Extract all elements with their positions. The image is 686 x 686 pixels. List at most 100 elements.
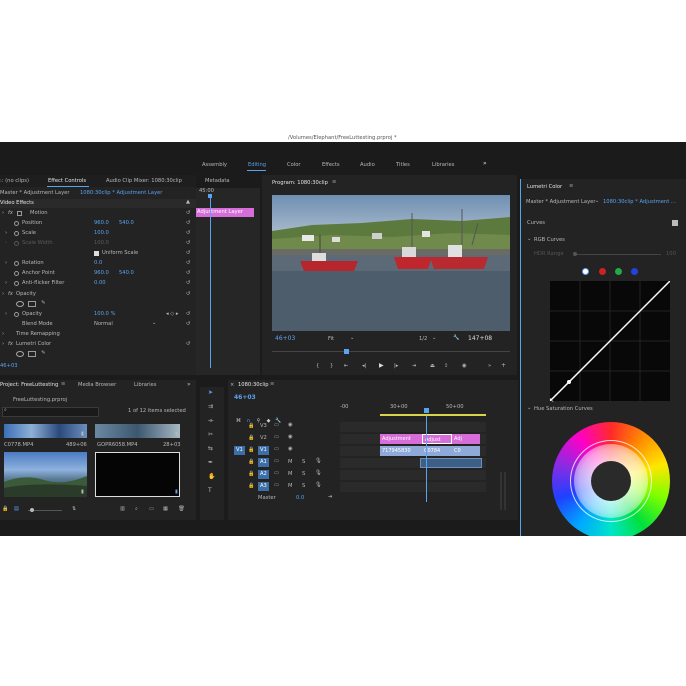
lock-icon[interactable]: 🔒 xyxy=(248,435,254,441)
source-patch-v1[interactable]: V1 xyxy=(234,446,245,456)
hdr-slider-track[interactable] xyxy=(573,254,661,255)
pen-tool-icon[interactable]: ✒ xyxy=(208,460,213,466)
chevron-down-icon[interactable]: ⌄ xyxy=(432,335,436,341)
new-item-icon[interactable]: ▦ xyxy=(163,506,168,512)
zoom-slider-thumb[interactable] xyxy=(30,508,34,512)
clip-thumbnail[interactable] xyxy=(4,424,87,438)
hdr-slider-thumb[interactable] xyxy=(573,252,577,256)
lock-icon[interactable]: 🔒 xyxy=(248,459,254,465)
clip-thumbnail[interactable] xyxy=(4,452,87,497)
hue-saturation-wheel[interactable] xyxy=(552,422,670,536)
stopwatch-icon[interactable] xyxy=(14,271,19,276)
track-a3[interactable] xyxy=(340,482,486,492)
program-timecode[interactable]: 46+03 xyxy=(275,336,295,342)
fit-select[interactable]: Fit xyxy=(328,336,334,342)
mute-m-button[interactable]: M xyxy=(288,459,292,465)
stopwatch-icon[interactable] xyxy=(14,261,19,266)
film-icon[interactable]: ▭ xyxy=(274,482,279,488)
sequence-clip-label[interactable]: 1080:30clip * Adjustment Layer xyxy=(80,190,162,196)
lumetri-tab[interactable]: Lumetri Color xyxy=(527,184,562,190)
lift-icon[interactable]: ⏏ xyxy=(430,363,435,369)
ellipse-mask-icon[interactable] xyxy=(16,301,24,307)
mark-out-icon[interactable]: } xyxy=(330,363,333,369)
mic-icon[interactable]: 🎙 xyxy=(315,470,322,476)
lock-icon[interactable]: 🔒 xyxy=(248,471,254,477)
expand-chevron-icon[interactable]: › xyxy=(2,291,4,297)
panel-menu-icon[interactable]: ≡ xyxy=(332,179,336,185)
ripple-edit-tool-icon[interactable]: ⟛ xyxy=(208,418,213,424)
program-scrub-bar[interactable] xyxy=(272,349,510,354)
reset-icon[interactable]: ↺ xyxy=(186,270,190,276)
master-value[interactable]: 0.0 xyxy=(296,495,304,501)
expand-chevron-icon[interactable]: › xyxy=(5,240,7,246)
anchor-x-value[interactable]: 960.0 xyxy=(94,270,109,276)
resolution-select[interactable]: 1/2 xyxy=(419,336,427,342)
export-frame-icon[interactable]: ◉ xyxy=(462,363,467,369)
clip-name[interactable]: C0778.MP4 xyxy=(4,442,33,448)
reset-icon[interactable]: ↺ xyxy=(186,230,190,236)
panel-menu-icon[interactable]: ≡ xyxy=(61,381,65,387)
mark-in-icon[interactable]: { xyxy=(316,363,319,369)
hand-tool-icon[interactable]: ✋ xyxy=(208,474,215,480)
expand-chevron-icon[interactable]: › xyxy=(5,230,7,236)
stopwatch-icon[interactable] xyxy=(14,221,19,226)
workspace-more-icon[interactable]: » xyxy=(483,161,487,167)
collapse-up-icon[interactable]: ▲ xyxy=(186,199,190,205)
selection-tool-icon[interactable]: ➤ xyxy=(208,390,213,396)
expand-chevron-icon[interactable]: › xyxy=(2,331,4,337)
track-v3[interactable] xyxy=(340,422,486,432)
add-button-icon[interactable]: + xyxy=(501,363,506,369)
go-to-in-icon[interactable]: ⇤ xyxy=(344,363,348,369)
expand-chevron-icon[interactable]: › xyxy=(2,210,4,216)
mic-icon[interactable]: 🎙 xyxy=(315,482,322,488)
list-view-icon[interactable]: ▤ xyxy=(14,506,19,512)
automate-icon[interactable]: ▥ xyxy=(120,506,125,512)
reset-icon[interactable]: ↺ xyxy=(186,321,190,327)
video-clip[interactable]: C0 xyxy=(452,446,480,456)
reset-icon[interactable]: ↺ xyxy=(186,341,190,347)
scale-value[interactable]: 100.0 xyxy=(94,230,109,236)
extract-icon[interactable]: ⇪ xyxy=(444,363,448,369)
reset-icon[interactable]: ↺ xyxy=(186,220,190,226)
solo-s-button[interactable]: S xyxy=(302,471,305,477)
panel-more-icon[interactable]: » xyxy=(187,382,191,388)
eye-icon[interactable]: ◉ xyxy=(288,434,293,440)
clip-name[interactable]: GOPR6058.MP4 xyxy=(97,442,138,448)
work-area-bar[interactable] xyxy=(380,414,486,416)
stopwatch-icon[interactable] xyxy=(14,241,19,246)
anchor-y-value[interactable]: 540.0 xyxy=(119,270,134,276)
settings-icon[interactable]: » xyxy=(488,363,491,369)
master-end-icon[interactable]: ⇥ xyxy=(328,494,332,500)
rgb-curve-graph[interactable] xyxy=(549,280,671,402)
stopwatch-icon[interactable] xyxy=(14,281,19,286)
lock-icon[interactable]: 🔒 xyxy=(2,506,8,512)
lock-icon[interactable]: 🔒 xyxy=(248,447,254,453)
eye-icon[interactable]: ◉ xyxy=(288,446,293,452)
solo-s-button[interactable]: S xyxy=(302,483,305,489)
expand-chevron-icon[interactable]: › xyxy=(5,280,7,286)
play-icon[interactable]: ▶ xyxy=(379,363,384,369)
curves-enable-checkbox[interactable] xyxy=(672,220,678,226)
reset-icon[interactable]: ↺ xyxy=(186,240,190,246)
reset-icon[interactable]: ↺ xyxy=(186,250,190,256)
time-ruler[interactable]: -00 30+00 50+00 xyxy=(340,403,486,417)
wrench-icon[interactable]: 🔧 xyxy=(453,335,459,341)
film-icon[interactable]: ▭ xyxy=(274,446,279,452)
film-icon[interactable]: ▭ xyxy=(274,470,279,476)
workspace-titles[interactable]: Titles xyxy=(396,162,410,168)
panel-menu-icon[interactable]: ≡ xyxy=(569,183,573,189)
expand-chevron-icon[interactable]: › xyxy=(2,341,4,347)
lock-icon[interactable]: 🔒 xyxy=(248,483,254,489)
lumetri-clip-label[interactable]: 1080:30clip * Adjustment ... xyxy=(603,199,676,205)
pen-mask-icon[interactable]: ✎ xyxy=(41,350,45,356)
tab-media-browser[interactable]: Media Browser xyxy=(78,382,116,388)
workspace-assembly[interactable]: Assembly xyxy=(202,162,227,168)
opacity-value[interactable]: 100.0 % xyxy=(94,311,115,317)
chevron-down-icon[interactable]: ⌄ xyxy=(350,335,354,341)
chevron-down-icon[interactable]: ⌄ xyxy=(595,198,599,204)
adjustment-layer-clip[interactable]: Adjustment xyxy=(380,434,422,444)
reset-icon[interactable]: ↺ xyxy=(186,280,190,286)
blue-channel-icon[interactable] xyxy=(631,268,638,275)
eye-icon[interactable]: ◉ xyxy=(288,422,293,428)
antiflicker-value[interactable]: 0.00 xyxy=(94,280,106,286)
